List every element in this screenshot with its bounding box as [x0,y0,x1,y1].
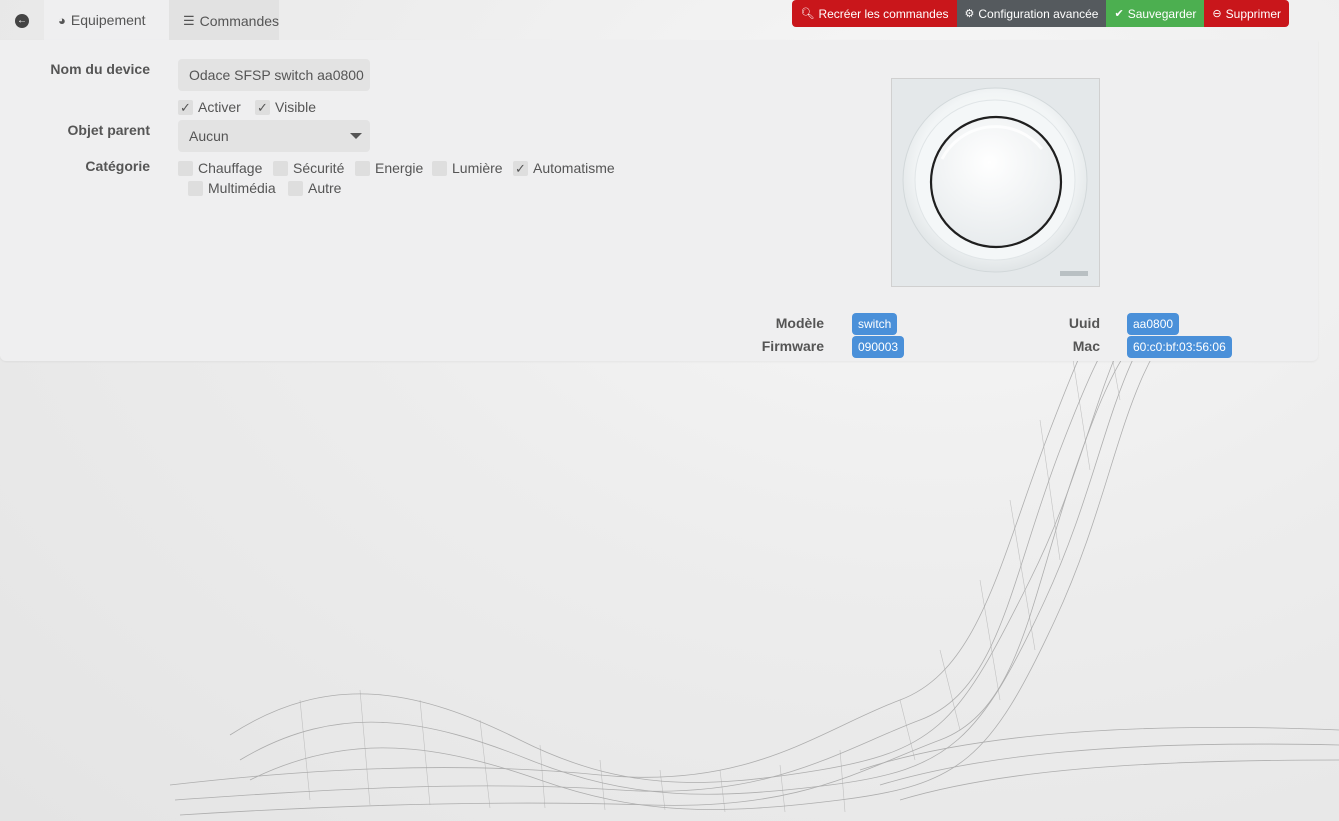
visible-label: Visible [275,99,316,115]
category-energie-checkbox[interactable]: Energie [355,160,423,176]
check-icon: ✓ [513,160,528,176]
uuid-badge: aa0800 [1127,313,1180,335]
parent-object-value: Aucun [189,128,229,144]
category-energie-label: Energie [375,160,424,176]
device-name-label: Nom du device [50,61,150,77]
category-automatisme-checkbox[interactable]: ✓ Automatisme [513,160,615,176]
category-autre-checkbox[interactable]: Autre [288,180,341,196]
recreate-commands-label: Recréer les commandes [818,6,949,21]
category-automatisme-label: Automatisme [533,160,615,176]
device-image [891,78,1100,287]
tachometer-icon: ◕ [58,12,66,28]
category-autre-label: Autre [308,180,342,196]
category-lumiere-checkbox[interactable]: Lumière [432,160,503,176]
category-securite-checkbox[interactable]: Sécurité [273,160,344,176]
minus-circle-icon: ⊖ [1212,8,1222,20]
caret-down-icon [350,133,362,139]
action-buttons: 🔍︎ Recréer les commandes ⚙ Configuration… [792,0,1289,27]
checkbox-box [355,160,370,176]
category-chauffage-label: Chauffage [198,160,263,176]
advanced-config-button[interactable]: ⚙ Configuration avancée [956,0,1107,27]
checkbox-box [188,180,203,196]
category-multimedia-label: Multimédia [208,180,276,196]
delete-label: Supprimer [1225,6,1281,21]
check-circle-icon: ✔ [1114,8,1124,20]
category-label: Catégorie [85,158,150,174]
checkbox-box [432,160,447,176]
tab-bar: ← ◕ Equipement ☰ Commandes 🔍︎ Recréer le… [0,0,1318,41]
activer-checkbox[interactable]: ✓ Activer [178,99,241,115]
category-multimedia-checkbox[interactable]: Multimédia [188,180,276,196]
search-icon: 🔍︎ [800,8,815,20]
checkbox-box [178,160,193,176]
mac-label: Mac [1072,338,1100,354]
tab-equipement-label: Equipement [70,12,146,28]
tab-commandes-label: Commandes [199,12,280,29]
wall-switch-illustration [892,79,1099,286]
activer-label: Activer [198,99,241,115]
arrow-circle-left-icon: ← [15,13,29,28]
category-chauffage-checkbox[interactable]: Chauffage [178,160,262,176]
back-button[interactable]: ← [0,0,44,41]
parent-object-label: Objet parent [67,122,150,138]
advanced-config-label: Configuration avancée [978,6,1099,21]
checkbox-box [288,180,303,196]
check-icon: ✓ [255,99,270,115]
uuid-label: Uuid [1068,315,1100,331]
tab-equipement[interactable]: ◕ Equipement [44,0,169,41]
firmware-label: Firmware [761,338,824,354]
recreate-commands-button[interactable]: 🔍︎ Recréer les commandes [792,0,957,27]
checkbox-box [273,160,288,176]
visible-checkbox[interactable]: ✓ Visible [255,99,316,115]
delete-button[interactable]: ⊖ Supprimer [1204,0,1289,27]
model-badge: switch [852,313,898,335]
device-name-input[interactable]: Odace SFSP switch aa0800 [178,59,370,91]
save-button[interactable]: ✔ Sauvegarder [1106,0,1205,27]
list-icon: ☰ [183,12,195,28]
model-label: Modèle [775,315,824,331]
category-lumiere-label: Lumière [452,160,503,176]
tab-commandes[interactable]: ☰ Commandes [169,0,279,41]
cogs-icon: ⚙ [964,8,975,20]
mac-badge: 60:c0:bf:03:56:06 [1127,336,1232,358]
parent-object-select[interactable]: Aucun [178,120,370,152]
firmware-badge: 090003 [852,336,905,358]
save-label: Sauvegarder [1127,6,1197,21]
check-icon: ✓ [178,99,193,115]
category-securite-label: Sécurité [293,160,345,176]
